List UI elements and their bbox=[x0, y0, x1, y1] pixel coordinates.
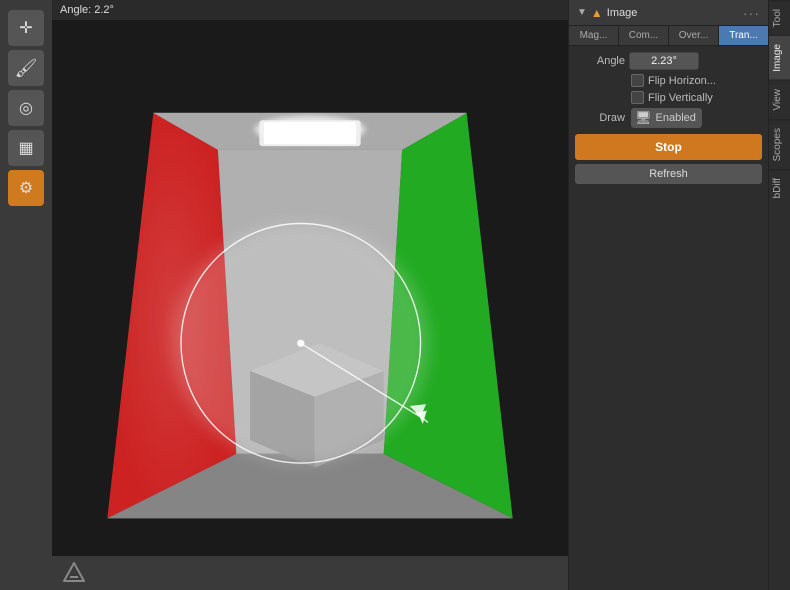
flip-vert-row: Flip Vertically bbox=[575, 91, 762, 104]
draw-toggle[interactable]: 🖥 Enabled bbox=[631, 108, 702, 128]
tab-com[interactable]: Com... bbox=[619, 26, 669, 45]
image-panel: ▼ ▲ Image ··· Mag... Com... Over... Tran… bbox=[569, 0, 768, 590]
flip-horiz-label: Flip Horizon... bbox=[648, 75, 716, 87]
toolbar-gear-btn[interactable]: ⚙ bbox=[8, 170, 44, 206]
collapse-arrow-icon[interactable]: ▼ bbox=[577, 7, 587, 18]
main-area: Angle: 2.2° bbox=[52, 0, 568, 590]
flip-horiz-row: Flip Horizon... bbox=[575, 74, 762, 87]
toolbar-paint-btn[interactable]: 🖌 bbox=[8, 50, 44, 86]
tab-tran[interactable]: Tran... bbox=[719, 26, 768, 45]
right-vtabs: Tool Image View Scopes bDiff bbox=[768, 0, 790, 590]
panel-body: Angle Flip Horizon... Flip Vertically Dr… bbox=[569, 46, 768, 190]
tab-over[interactable]: Over... bbox=[669, 26, 719, 45]
vtab-view[interactable]: View bbox=[769, 80, 790, 119]
toolbar-cursor-btn[interactable]: ✛ bbox=[8, 10, 44, 46]
toolbar-texture-btn[interactable]: ▦ bbox=[8, 130, 44, 166]
vtab-tool[interactable]: Tool bbox=[769, 0, 790, 35]
flip-vert-label: Flip Vertically bbox=[648, 92, 713, 104]
angle-label: Angle bbox=[575, 55, 625, 67]
angle-display: Angle: 2.2° bbox=[60, 4, 114, 16]
blender-logo bbox=[60, 559, 88, 587]
render-canvas bbox=[52, 20, 568, 556]
panel-header-dots[interactable]: ··· bbox=[743, 5, 760, 21]
info-bar: Angle: 2.2° bbox=[52, 0, 568, 20]
draw-label: Draw bbox=[575, 112, 625, 124]
right-panel: ▼ ▲ Image ··· Mag... Com... Over... Tran… bbox=[568, 0, 768, 590]
refresh-button[interactable]: Refresh bbox=[575, 164, 762, 184]
angle-input[interactable] bbox=[629, 52, 699, 70]
tabs-row: Mag... Com... Over... Tran... bbox=[569, 26, 768, 46]
image-triangle-icon: ▲ bbox=[591, 6, 603, 20]
draw-value: Enabled bbox=[656, 112, 696, 124]
panel-title: Image bbox=[607, 7, 739, 19]
monitor-icon: 🖥 bbox=[635, 110, 652, 126]
bottom-bar bbox=[52, 556, 568, 590]
panel-header: ▼ ▲ Image ··· bbox=[569, 0, 768, 26]
viewport[interactable] bbox=[52, 20, 568, 556]
vtab-scopes[interactable]: Scopes bbox=[769, 119, 790, 169]
vtab-image[interactable]: Image bbox=[769, 35, 790, 80]
stop-button[interactable]: Stop bbox=[575, 134, 762, 160]
draw-row: Draw 🖥 Enabled bbox=[575, 108, 762, 128]
flip-vert-checkbox[interactable] bbox=[631, 91, 644, 104]
vtab-bdiff[interactable]: bDiff bbox=[769, 169, 790, 206]
angle-row: Angle bbox=[575, 52, 762, 70]
flip-horiz-checkbox[interactable] bbox=[631, 74, 644, 87]
toolbar-target-btn[interactable]: ◎ bbox=[8, 90, 44, 126]
left-toolbar: ✛ 🖌 ◎ ▦ ⚙ bbox=[0, 0, 52, 590]
tab-mag[interactable]: Mag... bbox=[569, 26, 619, 45]
